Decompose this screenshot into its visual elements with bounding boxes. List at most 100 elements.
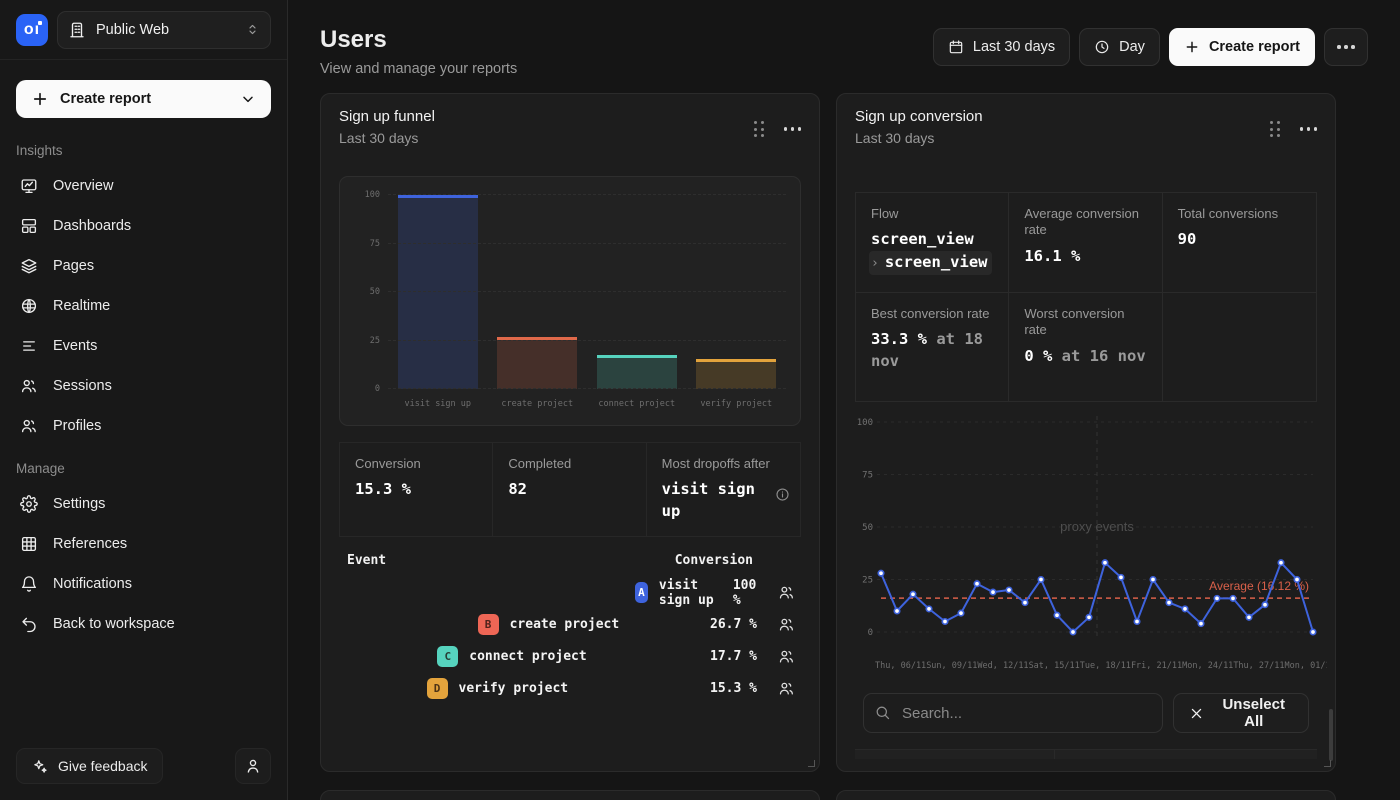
card-title[interactable]: Sign up funnel <box>339 108 435 125</box>
interval-button[interactable]: Day <box>1079 28 1160 66</box>
date-range-button[interactable]: Last 30 days <box>933 28 1070 66</box>
sidebar-item-settings[interactable]: Settings <box>0 484 287 524</box>
svg-text:75: 75 <box>862 471 873 481</box>
funnel-bar-verify-project[interactable]: verify project <box>687 195 787 389</box>
sidebar-item-events[interactable]: Events <box>0 326 287 366</box>
dropoffs-value: visit sign up <box>662 479 770 522</box>
card-menu-button[interactable] <box>1300 127 1318 131</box>
drag-handle-icon[interactable] <box>754 121 764 137</box>
event-conversion: 15.3 % <box>710 681 757 696</box>
users-icon <box>778 584 795 601</box>
sidebar-item-label: Notifications <box>53 576 132 592</box>
sidebar-item-notifications[interactable]: Notifications <box>0 564 287 604</box>
svg-text:100: 100 <box>857 418 873 428</box>
event-name: visit sign up <box>659 578 722 608</box>
conversion-report-card: Sign up conversion Last 30 days Flow scr… <box>836 93 1336 772</box>
report-card-partial <box>320 790 820 800</box>
view-users-button[interactable] <box>778 616 795 633</box>
sidebar-item-pages[interactable]: Pages <box>0 246 287 286</box>
give-feedback-label: Give feedback <box>58 758 148 774</box>
table-row-verify-project[interactable]: D verify project 15.3 % <box>339 673 801 705</box>
search-input[interactable] <box>863 693 1163 733</box>
ellipsis-icon <box>1337 45 1355 49</box>
workspace-selector[interactable]: Public Web <box>57 11 271 49</box>
x-axis-labels: Thu, 06/11Sun, 09/11Wed, 12/11Sat, 15/11… <box>875 661 1327 671</box>
table-row-create-project[interactable]: B create project 26.7 % <box>339 609 801 641</box>
table-row-visit-sign-up[interactable]: A visit sign up 100 % <box>339 577 801 609</box>
plus-icon <box>31 90 49 108</box>
card-subtitle: Last 30 days <box>339 130 435 146</box>
step-badge: C <box>437 646 458 667</box>
stat-label: Average conversion rate <box>1024 206 1146 239</box>
line-chart-svg: 0255075100proxy eventsAverage (16.12 %) <box>851 410 1321 654</box>
sidebar-item-label: Dashboards <box>53 218 131 234</box>
sidebar-item-dashboards[interactable]: Dashboards <box>0 206 287 246</box>
sidebar-item-label: Sessions <box>53 378 112 394</box>
sidebar-item-sessions[interactable]: Sessions <box>0 366 287 406</box>
flow-value: screen_view ›screen_view <box>871 229 993 274</box>
list-lines-icon <box>20 337 38 355</box>
step-badge: A <box>635 582 648 603</box>
overview-icon <box>20 177 38 195</box>
view-users-button[interactable] <box>778 648 795 665</box>
funnel-bar-visit-sign-up[interactable]: visit sign up <box>388 195 488 389</box>
sidebar-section-manage: Manage <box>0 446 287 484</box>
sidebar-item-realtime[interactable]: Realtime <box>0 286 287 326</box>
svg-text:0: 0 <box>868 628 873 638</box>
users-icon <box>778 680 795 697</box>
more-options-button[interactable] <box>1324 28 1368 66</box>
view-users-button[interactable] <box>778 680 795 697</box>
give-feedback-button[interactable]: Give feedback <box>16 748 163 784</box>
card-title[interactable]: Sign up conversion <box>855 108 983 125</box>
users-icon <box>778 616 795 633</box>
funnel-bar-connect-project[interactable]: connect project <box>587 195 687 389</box>
unselect-all-button[interactable]: Unselect All <box>1173 693 1309 733</box>
empty-stat-cell <box>1163 293 1316 401</box>
card-menu-button[interactable] <box>784 127 802 131</box>
event-name: verify project <box>459 681 569 696</box>
sidebar-item-label: References <box>53 536 127 552</box>
sidebar-item-references[interactable]: References <box>0 524 287 564</box>
create-report-label: Create report <box>60 91 151 107</box>
table-row-connect-project[interactable]: C connect project 17.7 % <box>339 641 801 673</box>
building-icon <box>68 21 86 39</box>
chevron-right-icon: › <box>871 256 879 271</box>
sidebar-item-back-to-workspace[interactable]: Back to workspace <box>0 604 287 644</box>
best-conversion-value: 33.3 % at 18 nov <box>871 329 993 372</box>
completed-value: 82 <box>508 479 630 501</box>
funnel-stats: Conversion 15.3 % Completed 82 Most drop… <box>339 442 801 537</box>
stat-label: Best conversion rate <box>871 306 993 322</box>
card-resize-handle[interactable] <box>1324 760 1331 767</box>
card-subtitle: Last 30 days <box>855 130 983 146</box>
sidebar-item-profiles[interactable]: Profiles <box>0 406 287 446</box>
column-header-conversion: Conversion <box>675 553 793 568</box>
event-conversion: 26.7 % <box>710 617 757 632</box>
person-icon <box>244 757 262 775</box>
calendar-icon <box>948 39 964 55</box>
header-actions: Last 30 days Day Create report <box>933 28 1368 66</box>
create-report-button[interactable]: Create report <box>1169 28 1315 66</box>
sidebar-item-label: Pages <box>53 258 94 274</box>
card-scrollbar[interactable] <box>1329 709 1333 761</box>
card-resize-handle[interactable] <box>808 760 815 767</box>
sidebar-item-overview[interactable]: Overview <box>0 166 287 206</box>
partial-series-table <box>855 749 1317 759</box>
search-icon <box>874 704 891 721</box>
app-logo-text: oı <box>24 21 40 39</box>
page-title: Users <box>320 26 517 54</box>
date-range-label: Last 30 days <box>973 39 1055 55</box>
user-menu-button[interactable] <box>235 748 271 784</box>
worst-conversion-value: 0 % at 16 nov <box>1024 346 1146 368</box>
sidebar-create-report-button[interactable]: Create report <box>16 80 271 118</box>
close-icon <box>1189 706 1204 721</box>
app-logo[interactable]: oı <box>16 14 48 46</box>
page-subtitle: View and manage your reports <box>320 61 517 77</box>
clock-icon <box>1094 39 1110 55</box>
view-users-button[interactable] <box>778 584 795 601</box>
drag-handle-icon[interactable] <box>1270 121 1280 137</box>
chevrons-up-down-icon <box>245 22 260 37</box>
info-icon[interactable] <box>775 487 790 502</box>
stat-label: Completed <box>508 456 630 472</box>
funnel-bar-create-project[interactable]: create project <box>488 195 588 389</box>
bell-icon <box>20 575 38 593</box>
